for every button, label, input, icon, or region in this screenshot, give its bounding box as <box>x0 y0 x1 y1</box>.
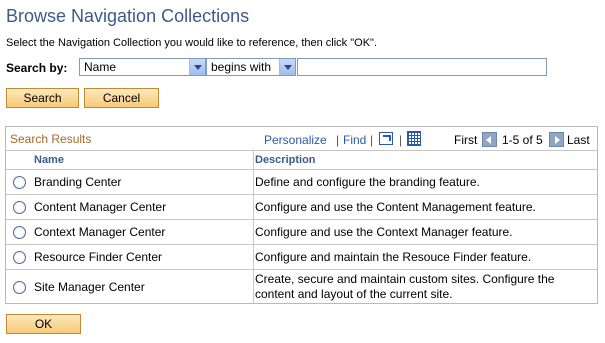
row-radio[interactable] <box>13 281 26 294</box>
row-radio[interactable] <box>13 226 26 239</box>
row-description: Define and configure the branding featur… <box>255 175 480 189</box>
row-description: Configure and use the Context Manager fe… <box>255 225 513 239</box>
search-operator-value: begins with <box>211 60 272 74</box>
table-row: Site Manager Center Create, secure and m… <box>6 269 597 304</box>
table-row: Content Manager Center Configure and use… <box>6 194 597 219</box>
row-description: Configure and use the Content Management… <box>255 200 536 214</box>
view-all-icon[interactable] <box>379 132 393 145</box>
table-row: Resource Finder Center Configure and mai… <box>6 244 597 269</box>
search-value-input[interactable] <box>297 58 547 76</box>
cancel-button[interactable]: Cancel <box>84 88 159 108</box>
row-name: Resource Finder Center <box>34 250 163 264</box>
column-header-name[interactable]: Name <box>34 151 64 169</box>
row-description: Configure and maintain the Resouce Finde… <box>255 250 532 264</box>
search-operator-select[interactable]: begins with <box>206 58 296 76</box>
ok-button[interactable]: OK <box>6 314 81 334</box>
chevron-down-icon[interactable] <box>279 59 295 75</box>
grid-title: Search Results <box>10 132 92 146</box>
table-row: Branding Center Define and configure the… <box>6 169 597 194</box>
first-label[interactable]: First <box>454 133 477 147</box>
search-button[interactable]: Search <box>6 88 79 108</box>
download-grid-icon[interactable] <box>407 131 421 146</box>
personalize-link[interactable]: Personalize <box>264 133 327 147</box>
row-name: Site Manager Center <box>34 280 145 294</box>
row-description: Create, secure and maintain custom sites… <box>255 272 555 301</box>
row-radio[interactable] <box>13 251 26 264</box>
search-field-select[interactable]: Name <box>79 58 206 76</box>
page-range: 1-5 of 5 <box>502 133 543 147</box>
next-icon[interactable] <box>549 132 564 147</box>
separator: | <box>399 133 403 147</box>
find-link[interactable]: Find <box>343 133 366 147</box>
instructions-text: Select the Navigation Collection you wou… <box>6 37 377 49</box>
row-radio[interactable] <box>13 201 26 214</box>
search-results-grid: Search Results Personalize | Find | | Fi… <box>5 126 598 304</box>
separator: | <box>336 133 340 147</box>
search-field-value: Name <box>84 60 117 74</box>
table-row: Context Manager Center Configure and use… <box>6 219 597 244</box>
row-name: Branding Center <box>34 175 122 189</box>
row-radio[interactable] <box>13 176 26 189</box>
last-label[interactable]: Last <box>567 133 590 147</box>
separator: | <box>370 133 374 147</box>
row-name: Content Manager Center <box>34 200 167 214</box>
search-by-label: Search by: <box>6 61 68 75</box>
column-header-description[interactable]: Description <box>255 151 316 169</box>
chevron-down-icon[interactable] <box>189 59 205 75</box>
row-name: Context Manager Center <box>34 225 166 239</box>
previous-icon[interactable] <box>482 132 497 147</box>
page-title: Browse Navigation Collections <box>6 6 250 26</box>
grid-header: Search Results Personalize | Find | | Fi… <box>6 127 597 151</box>
